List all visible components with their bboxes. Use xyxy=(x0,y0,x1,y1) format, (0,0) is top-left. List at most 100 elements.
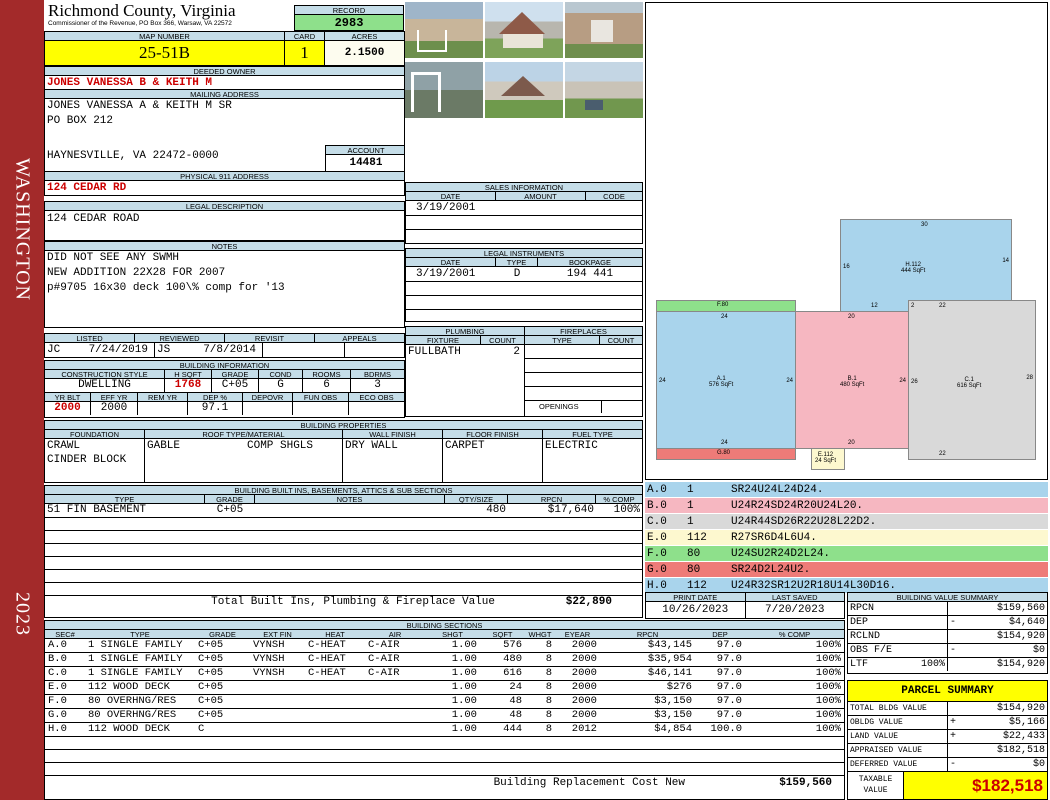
account-number: 14481 xyxy=(349,157,383,169)
table-cell: H.0 xyxy=(48,723,67,735)
sections-box: BUILDING SECTIONS SEC# TYPE GRADE EXT FIN HE… xyxy=(44,620,845,800)
grade-value: C+05 xyxy=(212,379,259,392)
sections-col: WHGT xyxy=(528,630,552,639)
reviewed-label: REVIEWED xyxy=(135,334,225,342)
sketch-area-h: H.112444 SqFt3014161812 xyxy=(840,219,1012,312)
table-cell: $276 xyxy=(666,681,692,693)
mail-line-3: HAYNESVILLE, VA 22472-0000 xyxy=(47,150,219,162)
appraised-value: $182,518 xyxy=(996,745,1045,756)
instruments-box: LEGAL INSTRUMENTS DATE TYPE BOOKPAGE 3/1… xyxy=(405,248,643,322)
table-cell: 8 xyxy=(545,695,552,707)
instr-col-date: DATE xyxy=(406,258,496,266)
table-cell: 48 xyxy=(509,695,522,707)
col-cond: COND xyxy=(259,370,303,378)
deferred-sign: - xyxy=(950,759,957,770)
table-cell: VYNSH xyxy=(253,667,285,679)
notes-label: NOTES xyxy=(45,242,404,251)
table-cell: $35,954 xyxy=(647,653,692,665)
table-cell: $3,150 xyxy=(654,695,692,707)
sections-col: AIR xyxy=(388,630,402,639)
building-sketch: H.112444 SqFt3014161812 F.80 A.1576 SqFt… xyxy=(645,2,1048,480)
notes-box: NOTES DID NOT SEE ANY SWMH NEW ADDITION … xyxy=(44,241,405,328)
instr-book: 194 441 xyxy=(566,268,614,280)
fixture-value: FULLBATH xyxy=(408,346,461,358)
table-cell: 2000 xyxy=(571,639,597,651)
bi-col-type: TYPE xyxy=(45,495,205,503)
total-bldg-value: $154,920 xyxy=(996,703,1045,714)
value-summary-box: BUILDING VALUE SUMMARY RPCN $159,560 DEP -… xyxy=(847,592,1048,674)
acres-label: ACRES xyxy=(325,32,404,41)
sales-label: SALES INFORMATION xyxy=(406,183,642,192)
instr-type: D xyxy=(513,268,521,280)
code-num: 80 xyxy=(687,548,701,560)
code-key: E.0 xyxy=(647,532,667,544)
wall-finish: DRY WALL xyxy=(343,439,443,482)
code-key: B.0 xyxy=(647,500,667,512)
sections-col: EXT FIN xyxy=(263,630,292,639)
col-rooms: ROOMS xyxy=(303,370,351,378)
table-cell: 480 xyxy=(503,653,522,665)
col-wall: WALL FINISH xyxy=(343,430,443,438)
owner-box: DEEDED OWNER JONES VANESSA B & KEITH M M… xyxy=(44,66,405,172)
table-cell: 616 xyxy=(503,667,522,679)
table-cell: C+05 xyxy=(198,681,224,693)
house-photo xyxy=(485,62,563,118)
table-cell: A.0 xyxy=(48,639,67,651)
sketch-h-sqft: 444 SqFt xyxy=(901,268,926,274)
table-cell: 112 WOOD DECK xyxy=(88,681,170,693)
record-value: 2983 xyxy=(295,15,403,30)
code-string: SR24D2L24U2. xyxy=(731,564,811,576)
table-cell: VYNSH xyxy=(253,639,285,651)
appeals-label: APPEALS xyxy=(342,334,377,343)
table-cell: 100% xyxy=(815,723,841,735)
house-photo xyxy=(565,2,643,58)
table-row: A.0 1 SINGLE FAMILY C+05 VYNSH C-HEAT C-AIR 1.… xyxy=(45,639,844,653)
table-cell: VYNSH xyxy=(253,653,285,665)
sketch-g-label: G.80 xyxy=(717,450,731,456)
table-cell: C+05 xyxy=(198,695,224,707)
table-cell: 80 OVERHNG/RES xyxy=(88,709,177,721)
sketch-area-c: C.1 616 SqFt 22 26 28 22 2 xyxy=(908,300,1036,460)
sketch-area-a: A.1 576 SqFt 24 24 24 24 xyxy=(656,311,796,449)
map-number: 25-51B xyxy=(139,43,190,62)
table-cell: 2000 xyxy=(571,681,597,693)
table-cell xyxy=(305,709,365,722)
sales-col-code: CODE xyxy=(603,192,625,201)
reviewed-date: 7/8/2014 xyxy=(203,344,256,356)
table-cell: C-HEAT xyxy=(308,667,346,679)
sketch-code-row: E.0 112 R27SR6D4L6U4. xyxy=(645,530,1048,546)
table-cell: C-AIR xyxy=(368,667,400,679)
floor-finish: CARPET xyxy=(443,439,543,482)
replacement-cost-label: Building Replacement Cost New xyxy=(493,777,685,789)
table-cell: 97.0 xyxy=(716,667,742,679)
table-cell xyxy=(305,723,365,736)
land-label: LAND VALUE xyxy=(848,730,948,743)
bi-col-comp: % COMP xyxy=(603,495,635,504)
col-ecoobs: ECO OBS xyxy=(359,393,394,402)
table-cell: 2000 xyxy=(571,667,597,679)
table-cell: C+05 xyxy=(198,709,224,721)
builtins-label: BUILDING BUILT INS, BASEMENTS, ATTICS & … xyxy=(45,486,642,495)
obldg-sign: + xyxy=(950,717,957,728)
rclnd-value: $154,920 xyxy=(996,631,1045,642)
table-cell: 2000 xyxy=(571,653,597,665)
code-string: U24R24SD24R20U24L20. xyxy=(731,500,864,512)
mail-line-2: PO BOX 212 xyxy=(47,115,114,127)
parcel-summary-title: PARCEL SUMMARY xyxy=(848,681,1047,702)
table-row: E.0 112 WOOD DECK C+05 1.00 24 8 2000 $276 97.0 1… xyxy=(45,681,844,695)
sketch-c-sqft: 616 SqFt xyxy=(957,383,982,389)
appraised-label: APPRAISED VALUE xyxy=(848,744,948,757)
hsqft-value: 1768 xyxy=(165,379,212,392)
ltf-value: $154,920 xyxy=(996,659,1045,670)
account-label: ACCOUNT xyxy=(326,146,404,155)
table-cell: C-HEAT xyxy=(308,653,346,665)
sections-col: RPCN xyxy=(636,630,659,639)
revisit-label: REVISIT xyxy=(225,334,315,342)
col-hsqft: H SQFT xyxy=(165,370,212,378)
sketch-code-row: C.0 1 U24R44SD26R22U28L22D2. xyxy=(645,514,1048,530)
table-cell: 2000 xyxy=(571,709,597,721)
fp-type-col: TYPE xyxy=(525,336,600,344)
bi-col-grade: GRADE xyxy=(205,495,255,503)
legal-label: LEGAL DESCRIPTION xyxy=(45,202,404,211)
listed-by: JC xyxy=(47,344,61,356)
